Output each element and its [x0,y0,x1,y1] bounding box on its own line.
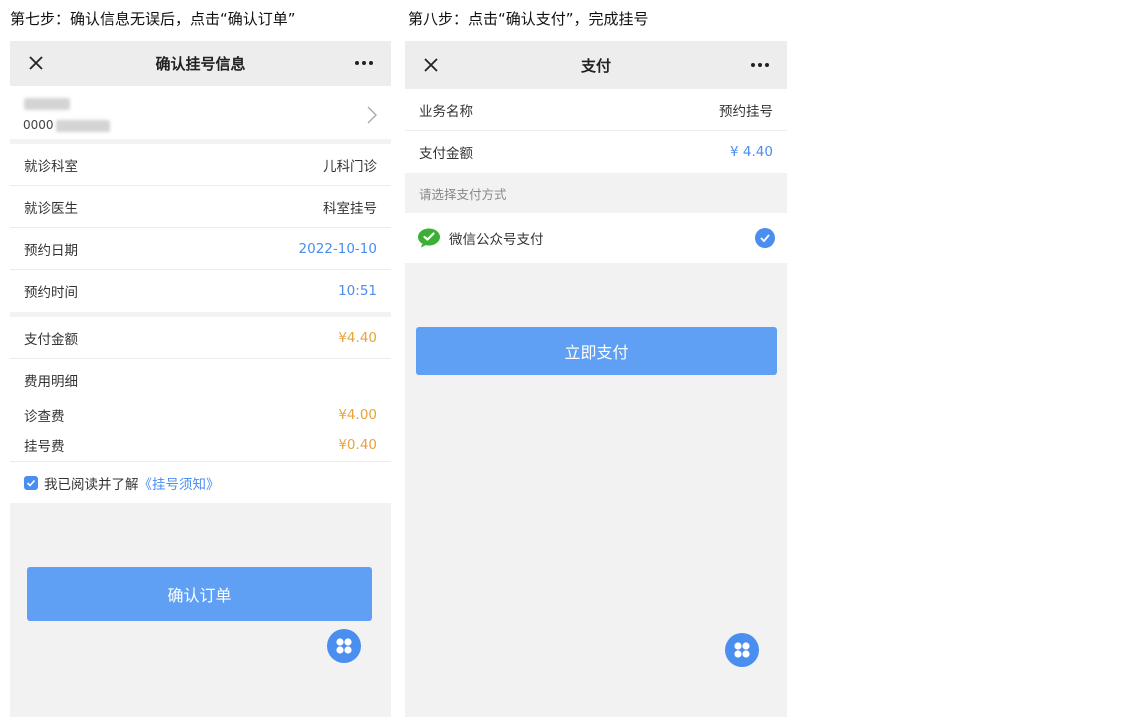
fee-row-registration: 挂号费 ¥0.40 [10,429,391,461]
more-icon[interactable] [355,61,373,65]
wechat-icon [418,228,440,248]
pay-now-button[interactable]: 立即支付 [416,327,777,375]
fee-label: 挂号费 [24,439,65,455]
step7-caption: 第七步：确认信息无误后，点击“确认订单” [10,10,296,28]
chevron-right-icon [367,106,377,124]
agreement-row[interactable]: 我已阅读并了解 《挂号须知》 [10,461,391,503]
row-value: 科室挂号 [323,200,377,217]
registration-notice-link[interactable]: 《挂号须知》 [139,473,220,493]
step8-caption: 第八步：点击“确认支付”，完成挂号 [408,10,649,28]
row-value: 预约挂号 [719,103,773,120]
wechat-pay-option[interactable]: 微信公众号支付 [405,213,787,263]
row-value: 2022-10-10 [298,240,377,257]
row-label: 预约时间 [24,285,78,301]
agree-checkbox[interactable] [24,475,38,490]
patient-id-redacted [56,120,110,132]
close-icon[interactable] [421,55,441,75]
selected-check-icon [755,228,775,248]
confirm-screen: 确认挂号信息 0000 就诊科室 儿科门诊 就诊医生 科室挂号 预约日期 202… [10,41,391,717]
check-icon [26,479,36,487]
pay-method-label: 微信公众号支付 [449,232,544,248]
row-label: 业务名称 [419,103,473,120]
fee-row-consult: 诊查费 ¥4.00 [10,401,391,429]
business-name-row: 业务名称 预约挂号 [405,89,787,131]
row-label: 支付金额 [419,146,473,162]
row-label: 就诊医生 [24,200,78,217]
grid-menu-icon[interactable] [725,633,759,667]
payment-amount-row: 支付金额 ¥4.40 [10,317,391,359]
row-label: 预约日期 [24,242,78,259]
grid-menu-icon[interactable] [327,629,361,663]
patient-card[interactable]: 0000 [10,86,391,144]
patient-name-redacted [24,98,70,110]
row-label: 就诊科室 [24,158,78,175]
patient-id: 0000 [23,118,54,132]
agree-text: 我已阅读并了解 [44,476,139,493]
navbar: 支付 [405,41,787,89]
page-title: 确认挂号信息 [155,55,246,73]
fee-value: ¥0.40 [338,437,377,453]
confirm-order-button[interactable]: 确认订单 [27,567,372,621]
info-row-department: 就诊科室 儿科门诊 [10,144,391,186]
row-label: 支付金额 [24,331,78,348]
payment-amount: ¥4.40 [338,329,377,346]
info-row-doctor: 就诊医生 科室挂号 [10,186,391,228]
pay-amount-row: 支付金额 ¥ 4.40 [405,131,787,173]
row-value: ¥ 4.40 [730,144,773,160]
page-title: 支付 [580,56,611,75]
fee-label: 诊查费 [24,409,65,425]
info-row-date: 预约日期 2022-10-10 [10,228,391,270]
fee-value: ¥4.00 [338,407,377,423]
payment-method-hint: 请选择支付方式 [405,173,787,213]
row-value: 10:51 [338,283,377,299]
payment-screen: 支付 业务名称 预约挂号 支付金额 ¥ 4.40 请选择支付方式 微信公众号支付… [405,41,787,717]
row-value: 儿科门诊 [323,158,377,175]
more-icon[interactable] [751,63,769,67]
close-icon[interactable] [26,53,46,73]
fee-detail-title: 费用明细 [10,359,391,401]
navbar: 确认挂号信息 [10,41,391,86]
info-row-time: 预约时间 10:51 [10,270,391,312]
